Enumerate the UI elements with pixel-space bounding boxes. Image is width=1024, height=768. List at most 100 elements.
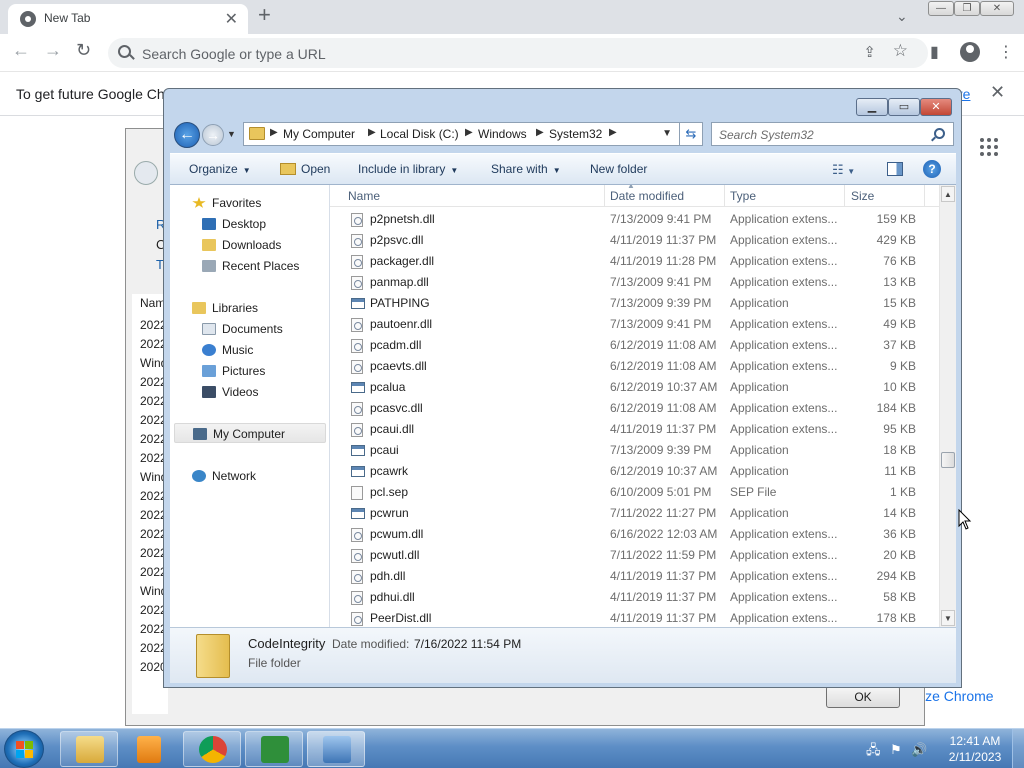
vertical-scrollbar[interactable]: ▲ ▼ (939, 185, 956, 627)
file-row[interactable]: pcawrk 6/12/2019 10:37 AM Application 11 KB (330, 461, 940, 482)
file-row[interactable]: pcalua 6/12/2019 10:37 AM Application 10 KB (330, 377, 940, 398)
nav-my-computer[interactable]: My Computer (174, 423, 326, 443)
file-row[interactable]: pcwutl.dll 7/11/2022 11:59 PM Application … (330, 545, 940, 566)
file-row[interactable]: pcl.sep 6/10/2009 5:01 PM SEP File 1 KB (330, 482, 940, 503)
file-row[interactable]: p2psvc.dll 4/11/2019 11:37 PM Application … (330, 230, 940, 251)
file-row[interactable]: PATHPING 7/13/2009 9:39 PM Application 15 K… (330, 293, 940, 314)
file-row[interactable]: p2pnetsh.dll 7/13/2009 9:41 PM Application… (330, 209, 940, 230)
bookmark-star-icon[interactable]: ☆ (893, 41, 908, 61)
explorer-minimize-button[interactable]: ▁ (856, 98, 888, 116)
chrome-restore-button[interactable]: ❐ (954, 1, 980, 16)
refresh-icon[interactable]: ⇆ (679, 122, 703, 146)
nav-desktop[interactable]: Desktop (202, 214, 266, 234)
side-panel-icon[interactable]: ▮ (930, 42, 939, 62)
breadcrumb-separator-icon[interactable]: ▶ (368, 127, 376, 138)
forward-arrow-icon[interactable]: → (44, 40, 62, 61)
new-folder-button[interactable]: New folder (590, 162, 647, 176)
show-desktop-button[interactable] (1012, 729, 1024, 768)
search-icon[interactable] (934, 128, 945, 139)
change-view-icon[interactable]: ☷ ▼ (832, 162, 855, 178)
column-divider[interactable] (604, 185, 605, 207)
nav-libraries[interactable]: Libraries (192, 298, 258, 318)
nav-downloads[interactable]: Downloads (202, 235, 281, 255)
preview-pane-icon[interactable] (887, 162, 903, 176)
google-apps-icon[interactable] (980, 138, 1000, 158)
column-divider[interactable] (924, 185, 925, 207)
nav-recent-places[interactable]: Recent Places (202, 256, 299, 276)
file-row[interactable]: pautoenr.dll 7/13/2009 9:41 PM Application… (330, 314, 940, 335)
column-header-type[interactable]: Type (730, 189, 756, 203)
include-in-library-button[interactable]: Include in library ▼ (358, 162, 458, 176)
chrome-minimize-button[interactable]: — (928, 1, 954, 16)
tab-new-tab[interactable]: New Tab ✕ (8, 4, 248, 34)
breadcrumb-local-disk[interactable]: Local Disk (C:) (380, 127, 459, 141)
nav-documents[interactable]: Documents (202, 319, 283, 339)
breadcrumb-system32[interactable]: System32 (549, 127, 602, 141)
column-header-date-modified[interactable]: Date modified (610, 189, 684, 203)
file-row[interactable]: panmap.dll 7/13/2009 9:41 PM Application e… (330, 272, 940, 293)
file-row[interactable]: pdhui.dll 4/11/2019 11:37 PM Application e… (330, 587, 940, 608)
scroll-down-arrow-icon[interactable]: ▼ (941, 610, 955, 626)
scrollbar-thumb[interactable] (941, 452, 955, 468)
address-dropdown-icon[interactable]: ▼ (662, 128, 672, 139)
address-bar[interactable]: ▶ My Computer ▶ Local Disk (C:) ▶ Window… (243, 122, 703, 146)
taskbar-media-player[interactable] (122, 731, 180, 767)
column-divider[interactable] (724, 185, 725, 207)
nav-favorites[interactable]: Favorites (192, 193, 261, 213)
network-tray-icon[interactable]: 🖧 (866, 742, 881, 757)
file-row[interactable]: pcwrun 7/11/2022 11:27 PM Application 14 KB (330, 503, 940, 524)
tab-search-chevron-icon[interactable]: ⌄ (896, 8, 908, 25)
breadcrumb-separator-icon[interactable]: ▶ (270, 127, 278, 138)
file-row[interactable]: pcaui.dll 4/11/2019 11:37 PM Application e… (330, 419, 940, 440)
file-row[interactable]: pcaevts.dll 6/12/2019 11:08 AM Application… (330, 356, 940, 377)
taskbar-csharp-app[interactable] (245, 731, 303, 767)
breadcrumb-my-computer[interactable]: My Computer (283, 127, 355, 141)
profile-avatar-icon[interactable] (960, 42, 980, 62)
nav-network[interactable]: Network (192, 466, 256, 486)
file-row[interactable]: pcwum.dll 6/16/2022 12:03 AM Application e… (330, 524, 940, 545)
taskbar-remote-app[interactable] (307, 731, 365, 767)
tab-close-icon[interactable]: ✕ (225, 9, 238, 29)
share-with-button[interactable]: Share with ▼ (491, 162, 561, 176)
explorer-close-button[interactable]: ✕ (920, 98, 952, 116)
column-divider[interactable] (844, 185, 845, 207)
breadcrumb-separator-icon[interactable]: ▶ (536, 127, 544, 138)
share-icon[interactable]: ⇪ (863, 43, 876, 61)
explorer-maximize-button[interactable]: ▭ (888, 98, 920, 116)
nav-music[interactable]: Music (202, 340, 253, 360)
taskbar-chrome[interactable] (183, 731, 241, 767)
infobar-close-icon[interactable]: ✕ (990, 82, 1005, 103)
scroll-up-arrow-icon[interactable]: ▲ (941, 186, 955, 202)
column-header-name[interactable]: Name (348, 189, 380, 203)
file-row[interactable]: pdh.dll 4/11/2019 11:37 PM Application ext… (330, 566, 940, 587)
omnibox[interactable]: Search Google or type a URL ⇪ ☆ (108, 38, 928, 68)
ok-button[interactable]: OK (826, 686, 900, 708)
back-arrow-icon[interactable]: ← (12, 40, 30, 61)
breadcrumb-separator-icon[interactable]: ▶ (465, 127, 473, 138)
file-row[interactable]: PeerDist.dll 4/11/2019 11:37 PM Applicatio… (330, 608, 940, 627)
column-header-size[interactable]: Size (851, 189, 874, 203)
forward-arrow-icon[interactable]: → (202, 124, 224, 146)
back-arrow-icon[interactable]: ← (174, 122, 200, 148)
bg-back-icon[interactable] (134, 161, 158, 185)
start-button[interactable] (4, 730, 44, 768)
customize-chrome-link[interactable]: ize Chrome (922, 688, 994, 704)
breadcrumb-separator-icon[interactable]: ▶ (609, 127, 617, 138)
chrome-close-button[interactable]: ✕ (980, 1, 1014, 16)
help-icon[interactable]: ? (923, 160, 941, 178)
nav-videos[interactable]: Videos (202, 382, 258, 402)
reload-icon[interactable]: ↻ (76, 40, 91, 61)
tray-clock[interactable]: 12:41 AM 2/11/2023 (940, 733, 1010, 765)
new-tab-button[interactable]: + (258, 2, 271, 28)
action-center-flag-icon[interactable]: ⚑ (890, 742, 902, 757)
organize-button[interactable]: Organize ▼ (189, 162, 251, 176)
breadcrumb-windows[interactable]: Windows (478, 127, 527, 141)
chrome-menu-icon[interactable]: ⋮ (998, 42, 1014, 62)
file-row[interactable]: packager.dll 4/11/2019 11:28 PM Applicatio… (330, 251, 940, 272)
recent-pages-chevron-icon[interactable]: ▼ (227, 129, 236, 139)
nav-pictures[interactable]: Pictures (202, 361, 265, 381)
volume-icon[interactable]: 🔊 (911, 742, 927, 757)
file-row[interactable]: pcasvc.dll 6/12/2019 11:08 AM Application … (330, 398, 940, 419)
file-row[interactable]: pcaui 7/13/2009 9:39 PM Application 18 KB (330, 440, 940, 461)
search-box[interactable]: Search System32 (711, 122, 954, 146)
